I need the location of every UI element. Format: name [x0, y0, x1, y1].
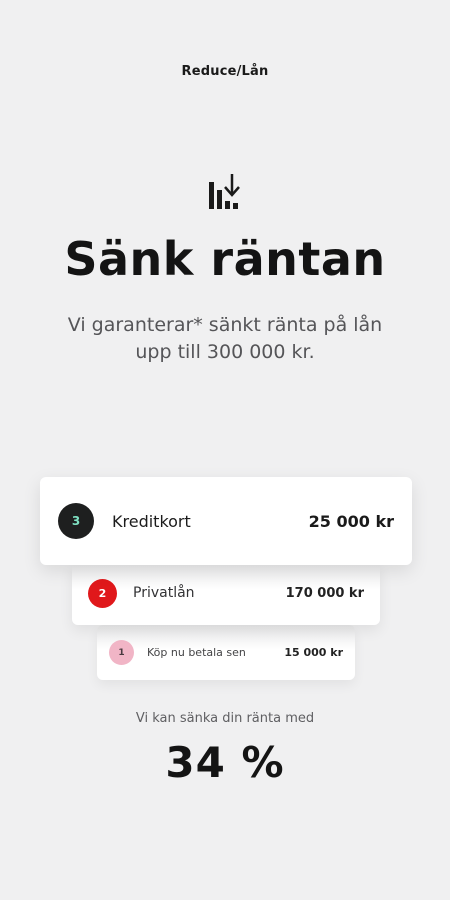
- loan-amount: 15 000 kr: [284, 646, 343, 659]
- app-title: Reduce/Lån: [181, 64, 269, 79]
- bar-chart-decrease-icon: [206, 172, 246, 212]
- loan-amount: 25 000 kr: [308, 511, 394, 531]
- loan-label: Kreditkort: [112, 511, 191, 531]
- loan-label: Privatlån: [133, 585, 195, 601]
- loan-card-buy-now-pay-later: 1 Köp nu betala sen 15 000 kr: [97, 625, 355, 680]
- page-title: Sänk räntan: [64, 232, 386, 286]
- loan-card-credit-card: 3 Kreditkort 25 000 kr: [40, 477, 412, 565]
- loan-rank-badge: 1: [109, 640, 134, 665]
- savings-percentage: 34 %: [165, 738, 285, 787]
- loan-rank-badge: 2: [88, 578, 117, 608]
- loan-amount: 170 000 kr: [285, 585, 364, 601]
- savings-caption: Vi kan sänka din ränta med: [135, 711, 315, 726]
- loan-card-private-loan: 2 Privatlån 170 000 kr: [72, 561, 380, 625]
- loan-label: Köp nu betala sen: [147, 646, 246, 659]
- loan-rank-badge: 3: [58, 503, 94, 539]
- page-subtitle: Vi garanterar* sänkt ränta på lån upp ti…: [67, 314, 383, 363]
